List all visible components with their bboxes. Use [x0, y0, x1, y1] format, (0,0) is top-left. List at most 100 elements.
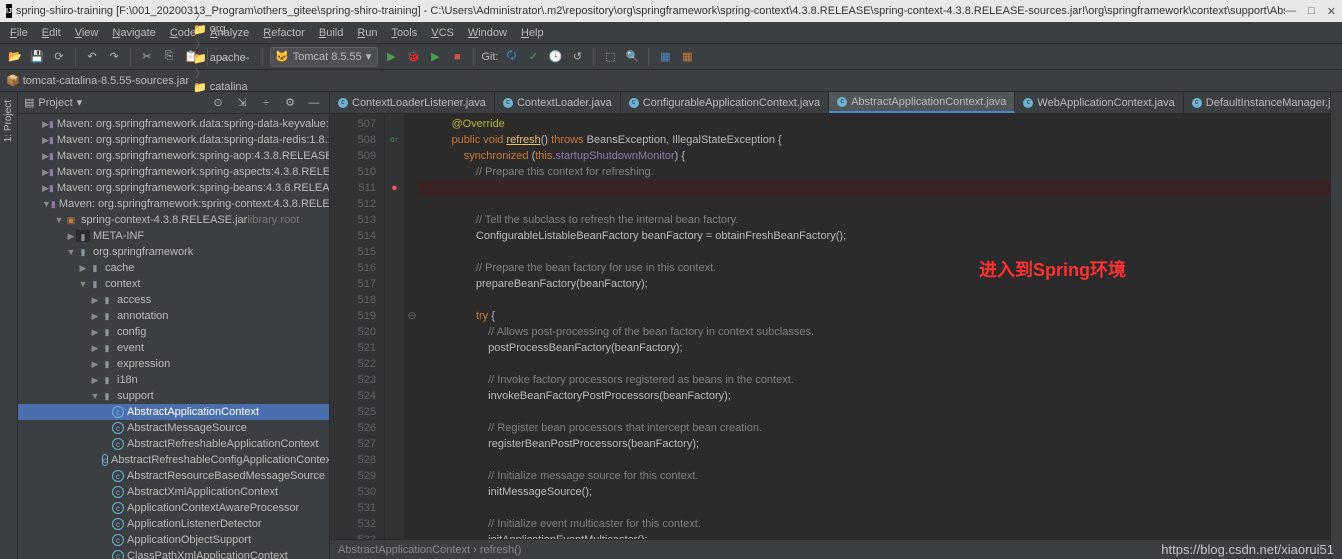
debug-icon[interactable]: 🐞 — [404, 48, 422, 66]
git-label: Git: — [481, 51, 498, 63]
menu-file[interactable]: File — [4, 25, 34, 41]
tree-node[interactable]: cAbstractXmlApplicationContext — [18, 484, 329, 500]
menu-help[interactable]: Help — [515, 25, 550, 41]
refresh-icon[interactable]: ⟳ — [50, 48, 68, 66]
navigation-bar: 📦 tomcat-catalina-8.5.55-sources.jar 〉📁 … — [0, 70, 1342, 92]
tree-node[interactable]: cAbstractMessageSource — [18, 420, 329, 436]
menu-edit[interactable]: Edit — [36, 25, 67, 41]
gear-icon[interactable]: ⚙ — [281, 94, 299, 112]
menu-run[interactable]: Run — [351, 25, 383, 41]
search-icon[interactable]: 🔍 — [623, 48, 641, 66]
chevron-down-icon: ▾ — [366, 50, 372, 63]
tree-node[interactable]: ▼▮Maven: org.springframework:spring-cont… — [18, 196, 329, 212]
fold-column[interactable]: ⊖ — [405, 114, 419, 539]
tree-node[interactable]: ▶▮event — [18, 340, 329, 356]
project-panel-title: Project — [38, 97, 72, 109]
tool-icon-1[interactable]: ▦ — [656, 48, 674, 66]
git-commit-icon[interactable]: ✓ — [524, 48, 542, 66]
maximize-button[interactable]: □ — [1308, 5, 1315, 18]
tree-node[interactable]: cAbstractRefreshableApplicationContext — [18, 436, 329, 452]
menu-view[interactable]: View — [69, 25, 105, 41]
line-number-gutter[interactable]: 5075085095105115125135145155165175185195… — [330, 114, 385, 539]
gutter-icons[interactable]: o↑● — [385, 114, 405, 539]
expand-icon[interactable]: ⇲ — [233, 94, 251, 112]
menu-navigate[interactable]: Navigate — [106, 25, 161, 41]
tree-node[interactable]: ▶▮i18n — [18, 372, 329, 388]
class-icon: c — [1023, 98, 1033, 108]
nav-root[interactable]: 📦 tomcat-catalina-8.5.55-sources.jar — [6, 74, 189, 87]
editor-tab[interactable]: cContextLoaderListener.java — [330, 92, 495, 113]
tree-node[interactable]: ▶▮Maven: org.springframework.data:spring… — [18, 116, 329, 132]
tree-node[interactable]: cApplicationObjectSupport — [18, 532, 329, 548]
tree-node[interactable]: ▶▮expression — [18, 356, 329, 372]
tree-node[interactable]: cApplicationContextAwareProcessor — [18, 500, 329, 516]
tree-node[interactable]: cAbstractResourceBasedMessageSource — [18, 468, 329, 484]
save-icon[interactable]: 💾 — [28, 48, 46, 66]
cut-icon[interactable]: ✂ — [138, 48, 156, 66]
app-icon: IJ — [6, 4, 12, 18]
git-update-icon[interactable]: 🗘 — [502, 48, 520, 66]
stop-icon[interactable]: ■ — [448, 48, 466, 66]
hide-icon[interactable]: — — [305, 94, 323, 112]
tree-node[interactable]: cAbstractRefreshableConfigApplicationCon… — [18, 452, 329, 468]
close-button[interactable]: ✕ — [1327, 5, 1336, 18]
run-icon[interactable]: ▶ — [382, 48, 400, 66]
class-icon: c — [629, 98, 639, 108]
project-tree[interactable]: ▶▮Maven: org.springframework.data:spring… — [18, 114, 329, 559]
nav-crumb[interactable]: 📁 org — [193, 23, 290, 36]
collapse-icon[interactable]: ÷ — [257, 94, 275, 112]
tree-node[interactable]: ▼▮org.springframework — [18, 244, 329, 260]
watermark: https://blog.csdn.net/xiaorui51 — [1161, 542, 1334, 557]
editor-tab[interactable]: cWebApplicationContext.java — [1015, 92, 1183, 113]
tree-node[interactable]: ▶▮access — [18, 292, 329, 308]
folder-icon: 📁 — [193, 52, 207, 65]
tree-node[interactable]: ▶▮Maven: org.springframework:spring-aspe… — [18, 164, 329, 180]
project-tool-window: ▤ Project ▾ ⊙ ⇲ ÷ ⚙ — ▶▮Maven: org.sprin… — [18, 92, 330, 559]
tree-node[interactable]: ▶▮annotation — [18, 308, 329, 324]
editor-tabs: cContextLoaderListener.javacContextLoade… — [330, 92, 1330, 114]
nav-crumb[interactable]: 📁 apache — [193, 52, 290, 65]
minimize-button[interactable]: — — [1285, 5, 1296, 18]
tree-node[interactable]: ▼▮support — [18, 388, 329, 404]
class-icon: c — [837, 97, 847, 107]
chevron-down-icon[interactable]: ▾ — [77, 96, 83, 109]
class-icon: c — [503, 98, 513, 108]
tree-node[interactable]: ▶▮Maven: org.springframework.data:spring… — [18, 132, 329, 148]
tree-node[interactable]: ▼▮context — [18, 276, 329, 292]
code-area[interactable]: 进入到Spring环境 @Override public void refres… — [419, 114, 1330, 539]
git-revert-icon[interactable]: ↺ — [568, 48, 586, 66]
editor-tab[interactable]: cAbstractApplicationContext.java — [829, 92, 1015, 113]
menu-tools[interactable]: Tools — [386, 25, 424, 41]
folder-icon: 📁 — [193, 23, 207, 36]
editor-tab[interactable]: cContextLoader.java — [495, 92, 621, 113]
project-panel-icon: ▤ — [24, 96, 34, 109]
user-annotation: 进入到Spring环境 — [979, 262, 1126, 278]
editor-tab[interactable]: cDefaultInstanceManager.java — [1184, 92, 1330, 113]
project-tool-tab[interactable]: 1: Project — [2, 96, 15, 146]
copy-icon[interactable]: ⎘ — [160, 48, 178, 66]
tree-node[interactable]: ▶▮config — [18, 324, 329, 340]
left-tool-strip: 1: Project — [0, 92, 18, 559]
menu-vcs[interactable]: VCS — [425, 25, 460, 41]
open-icon[interactable]: 📂 — [6, 48, 24, 66]
tree-node[interactable]: ▶▮META-INF — [18, 228, 329, 244]
tool-icon-2[interactable]: ▦ — [678, 48, 696, 66]
git-history-icon[interactable]: 🕓 — [546, 48, 564, 66]
tree-node[interactable]: ▼▣spring-context-4.3.8.RELEASE.jar libra… — [18, 212, 329, 228]
tree-node[interactable]: ▶▮Maven: org.springframework:spring-aop:… — [18, 148, 329, 164]
archive-icon: 📦 — [6, 74, 20, 87]
redo-icon[interactable]: ↷ — [105, 48, 123, 66]
undo-icon[interactable]: ↶ — [83, 48, 101, 66]
tree-node[interactable]: ▶▮Maven: org.springframework:spring-bean… — [18, 180, 329, 196]
tree-node[interactable]: cApplicationListenerDetector — [18, 516, 329, 532]
editor-tab[interactable]: cConfigurableApplicationContext.java — [621, 92, 829, 113]
tree-node[interactable]: ▶▮cache — [18, 260, 329, 276]
tree-node[interactable]: cAbstractApplicationContext — [18, 404, 329, 420]
menu-window[interactable]: Window — [462, 25, 513, 41]
select-opened-icon[interactable]: ⊙ — [209, 94, 227, 112]
menu-build[interactable]: Build — [313, 25, 349, 41]
tree-node[interactable]: cClassPathXmlApplicationContext — [18, 548, 329, 559]
structure-icon[interactable]: ⬚ — [601, 48, 619, 66]
coverage-icon[interactable]: ▶ — [426, 48, 444, 66]
run-config-label: Tomcat 8.5.55 — [293, 51, 362, 63]
